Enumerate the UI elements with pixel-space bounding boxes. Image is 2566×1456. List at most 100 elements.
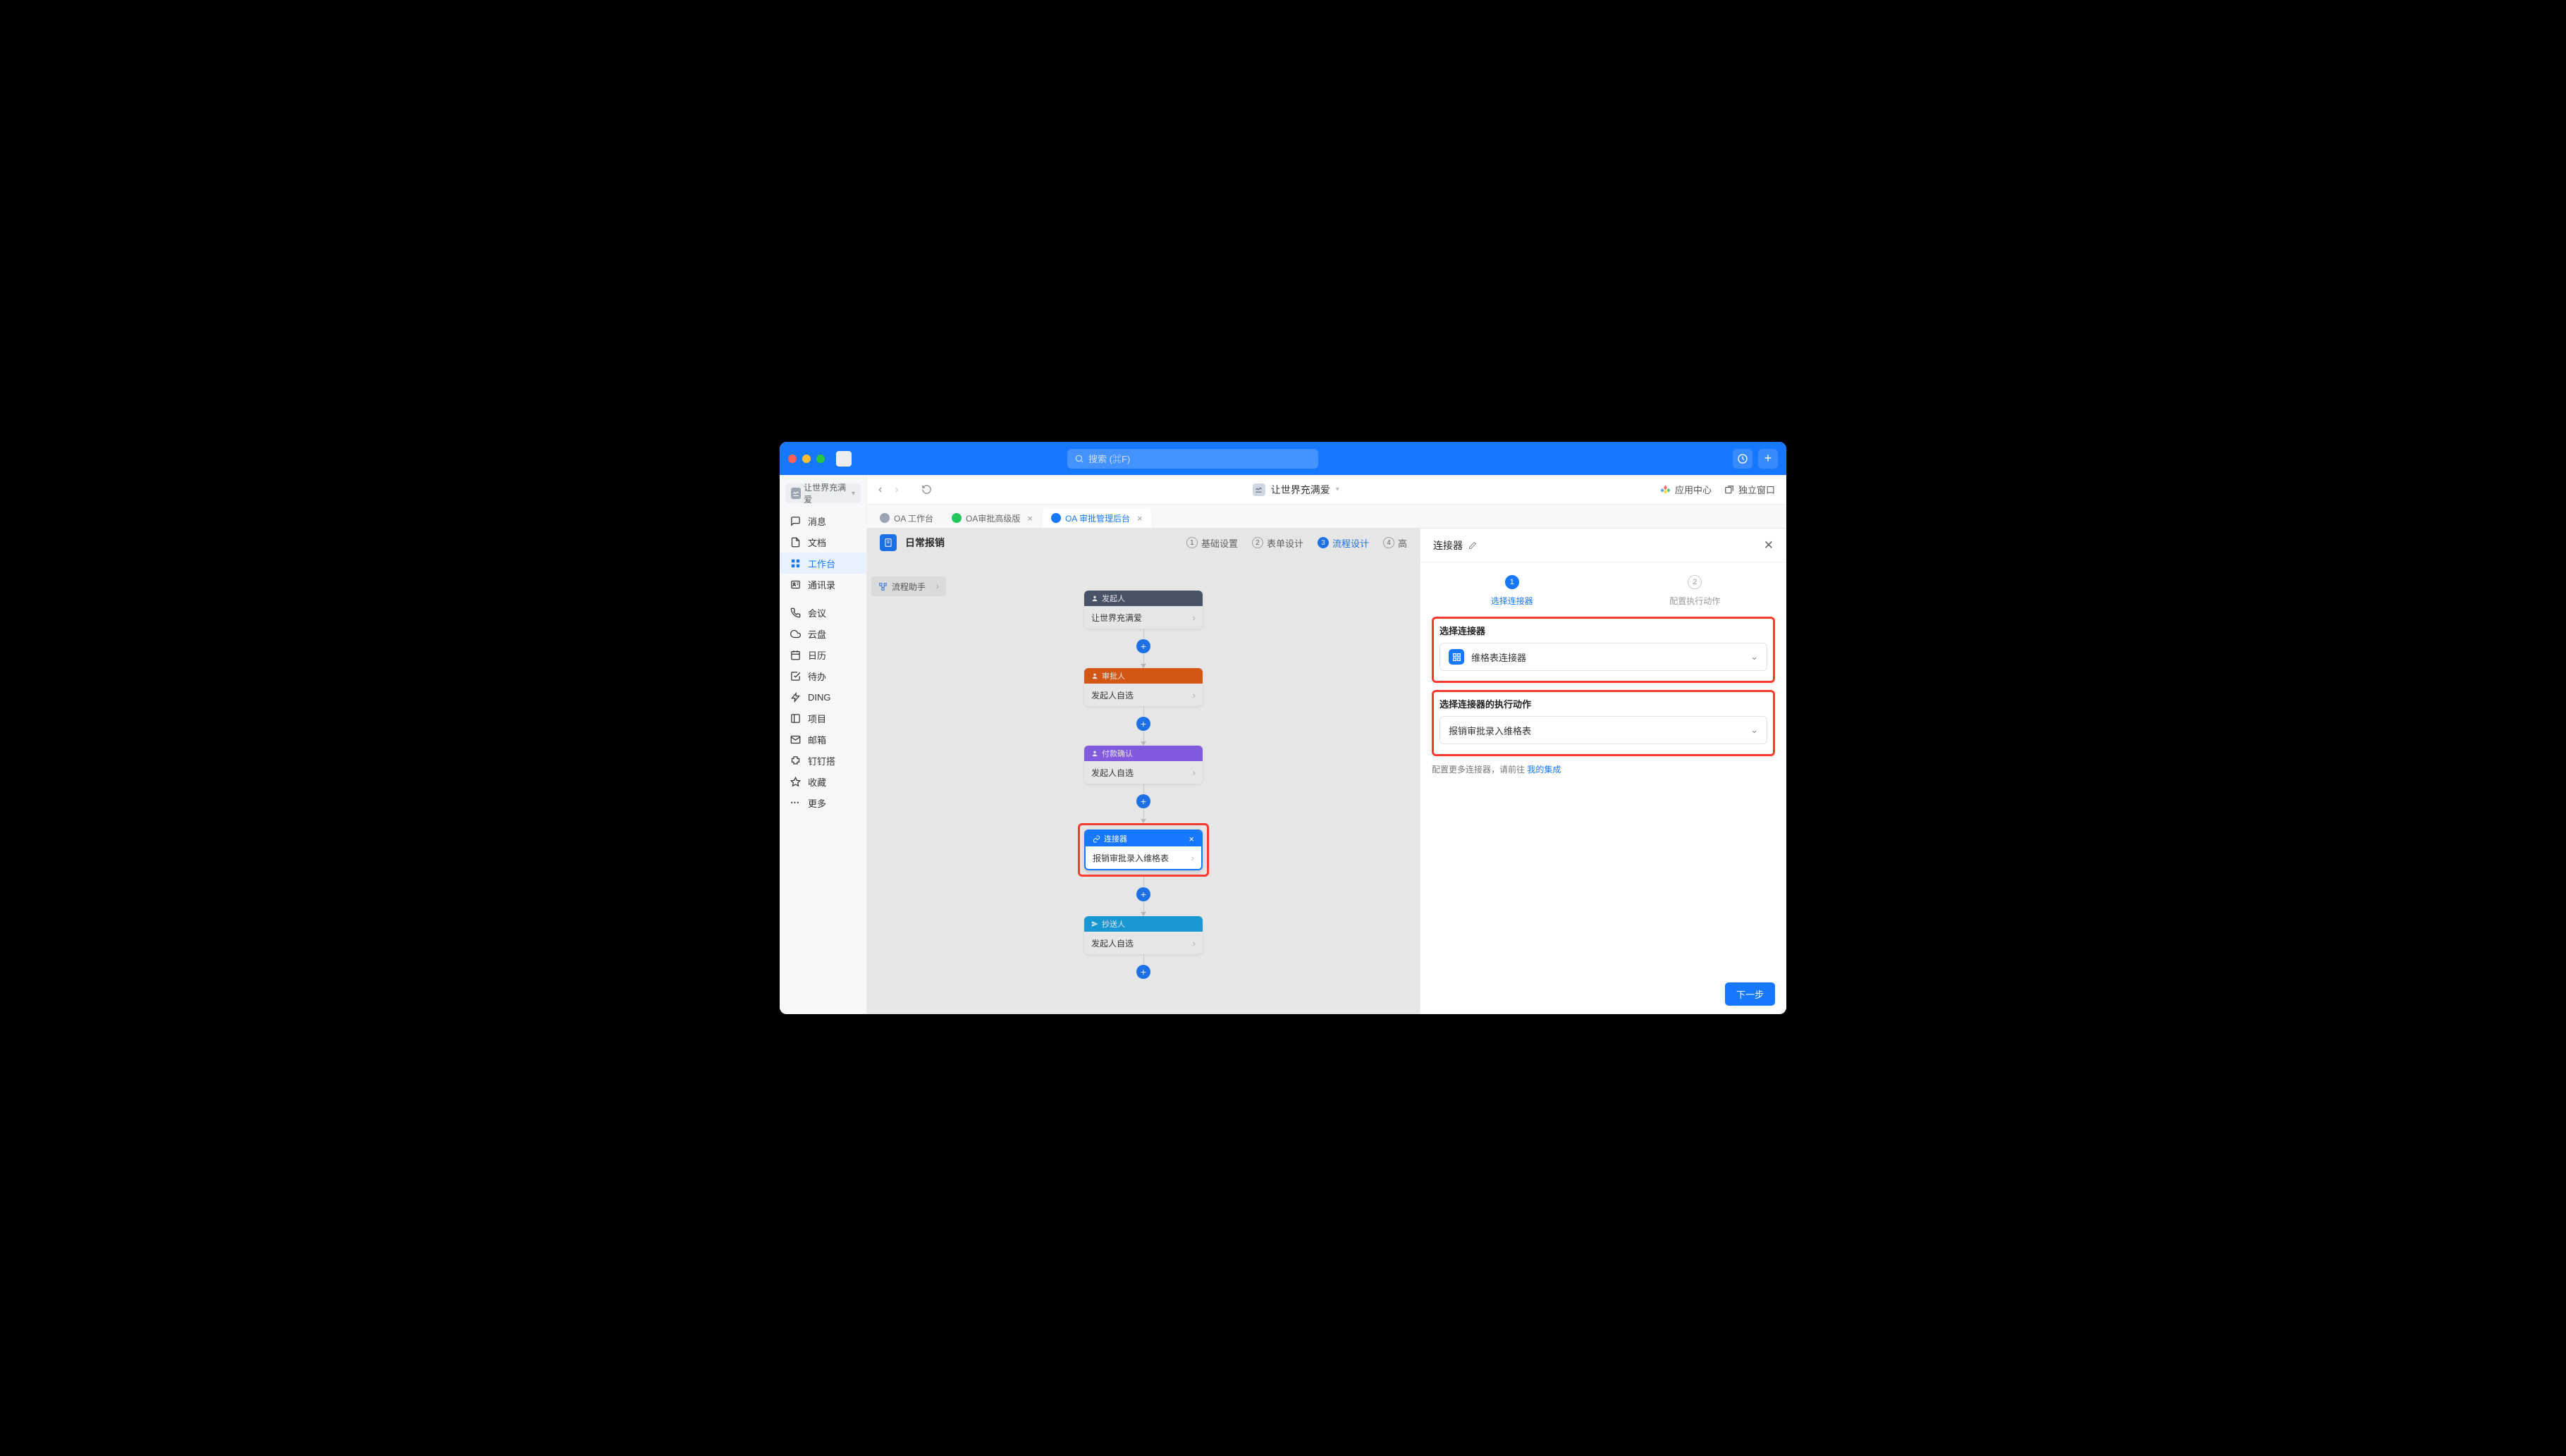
tabs-strip: OA 工作台OA审批高级版×OA 审批管理后台× <box>867 505 1786 529</box>
org-name: 让世界充满爱 <box>804 481 849 505</box>
toolbar: ‹ › 让世界充满爱 ▾ 应用中心 <box>867 475 1786 505</box>
tab-icon <box>1051 513 1061 523</box>
panel-step-2[interactable]: 2 配置执行动作 <box>1604 575 1787 607</box>
panel-title: 连接器 <box>1433 538 1463 553</box>
chat-icon <box>790 515 801 526</box>
page-header: 日常报销 1基础设置 2表单设计 3流程设计 4高 <box>867 529 1420 557</box>
star-icon <box>790 776 801 787</box>
tab[interactable]: OA 工作台 <box>871 508 942 528</box>
nav-forward[interactable]: › <box>895 483 898 496</box>
add-node-button[interactable]: + <box>1136 717 1150 731</box>
maximize-window[interactable] <box>816 455 825 463</box>
search-icon <box>1074 454 1084 464</box>
tab[interactable]: OA审批高级版× <box>943 508 1041 528</box>
sidebar-item-phone[interactable]: 会议 <box>780 602 866 623</box>
tab[interactable]: OA 审批管理后台× <box>1043 508 1151 528</box>
breadcrumb-icon <box>1253 483 1265 496</box>
close-panel-button[interactable]: ✕ <box>1764 538 1774 553</box>
user-icon <box>1091 750 1098 757</box>
sidebar: 让世界充满爱 ▾ 消息文档工作台通讯录会议云盘日历待办DING项目邮箱钉钉搭收藏… <box>780 475 867 1014</box>
add-button[interactable]: + <box>1758 449 1778 469</box>
cloud-icon <box>790 628 801 639</box>
sidebar-item-mail[interactable]: 邮箱 <box>780 729 866 750</box>
action-select[interactable]: 报销审批录入维格表 ⌄ <box>1439 716 1767 744</box>
nav-back[interactable]: ‹ <box>878 483 882 496</box>
todo-icon <box>790 670 801 681</box>
ding-icon <box>790 691 801 703</box>
flow-node-approver[interactable]: 审批人 发起人自选› <box>1084 668 1203 706</box>
wizard-step[interactable]: 1基础设置 <box>1186 536 1238 550</box>
highlight-select-connector: 选择连接器 维格表连接器 ⌄ <box>1432 617 1775 683</box>
new-window-button[interactable]: 独立窗口 <box>1724 483 1775 496</box>
page-icon <box>880 534 897 551</box>
doc-icon <box>790 536 801 548</box>
org-icon <box>791 488 801 499</box>
add-node-button[interactable]: + <box>1136 794 1150 808</box>
contacts-icon <box>790 579 801 590</box>
connector-select[interactable]: 维格表连接器 ⌄ <box>1439 643 1767 671</box>
pencil-icon <box>1468 541 1477 550</box>
sidebar-item-ding[interactable]: DING <box>780 686 866 708</box>
popout-icon <box>1724 485 1734 495</box>
wizard-step[interactable]: 3流程设计 <box>1318 536 1369 550</box>
connector-panel: 连接器 ✕ 1 选择连接器 2 配置执行动作 <box>1420 529 1786 1014</box>
add-node-button[interactable]: + <box>1136 887 1150 901</box>
sidebar-item-cloud[interactable]: 云盘 <box>780 623 866 644</box>
sidebar-item-calendar[interactable]: 日历 <box>780 644 866 665</box>
chevron-down-icon: ▾ <box>852 490 855 498</box>
tab-icon <box>952 513 962 523</box>
sidebar-item-chat[interactable]: 消息 <box>780 510 866 531</box>
flow-node-initiator[interactable]: 发起人 让世界充满爱› <box>1084 591 1203 629</box>
chevron-right-icon: › <box>1193 767 1196 778</box>
close-window[interactable] <box>788 455 797 463</box>
search-input[interactable]: 搜索 (⌘F) <box>1067 449 1318 469</box>
sidebar-item-doc[interactable]: 文档 <box>780 531 866 553</box>
main-area: ‹ › 让世界充满爱 ▾ 应用中心 <box>867 475 1786 1014</box>
sidebar-item-contacts[interactable]: 通讯录 <box>780 574 866 595</box>
highlight-connector: 连接器 × 报销审批录入维格表› <box>1078 823 1209 877</box>
wizard-step[interactable]: 4高 <box>1383 536 1407 550</box>
chevron-down-icon: ⌄ <box>1750 724 1758 736</box>
flow-node-payment[interactable]: 付款确认 发起人自选› <box>1084 746 1203 784</box>
app-center-button[interactable]: 应用中心 <box>1660 483 1712 496</box>
close-tab-icon[interactable]: × <box>1137 513 1143 524</box>
sidebar-item-star[interactable]: 收藏 <box>780 771 866 792</box>
tab-icon <box>880 513 890 523</box>
chevron-right-icon: › <box>1191 853 1194 863</box>
history-button[interactable] <box>1733 449 1752 469</box>
org-switcher[interactable]: 让世界充满爱 ▾ <box>785 483 861 503</box>
sidebar-item-todo[interactable]: 待办 <box>780 665 866 686</box>
refresh-button[interactable] <box>921 484 932 495</box>
puzzle-icon <box>790 755 801 766</box>
breadcrumb: 让世界充满爱 <box>1271 483 1330 497</box>
link-icon <box>1093 835 1100 843</box>
edit-button[interactable] <box>1468 541 1477 550</box>
project-icon <box>790 712 801 724</box>
sidebar-item-more[interactable]: ⋯更多 <box>780 792 866 813</box>
user-icon <box>1091 672 1098 679</box>
minimize-window[interactable] <box>802 455 811 463</box>
page-title: 日常报销 <box>905 536 945 550</box>
flow-node-connector[interactable]: 连接器 × 报销审批录入维格表› <box>1084 829 1203 870</box>
next-button[interactable]: 下一步 <box>1725 982 1775 1006</box>
user-icon <box>1091 595 1098 602</box>
titlebar: 搜索 (⌘F) + <box>780 442 1786 475</box>
my-integrations-link[interactable]: 我的集成 <box>1527 765 1561 775</box>
chevron-right-icon: › <box>1193 938 1196 949</box>
canvas-area: 日常报销 1基础设置2表单设计3流程设计4高 流程助手 › <box>867 529 1420 1014</box>
wizard-step[interactable]: 2表单设计 <box>1252 536 1303 550</box>
close-tab-icon[interactable]: × <box>1027 513 1033 524</box>
panel-step-1[interactable]: 1 选择连接器 <box>1420 575 1604 607</box>
clock-icon <box>1737 453 1748 464</box>
flow-node-cc[interactable]: 抄送人 发起人自选› <box>1084 916 1203 954</box>
more-icon: ⋯ <box>790 797 801 808</box>
section-label: 选择连接器的执行动作 <box>1439 697 1767 710</box>
sidebar-item-project[interactable]: 项目 <box>780 708 866 729</box>
avatar[interactable] <box>836 451 852 467</box>
add-node-button[interactable]: + <box>1136 639 1150 653</box>
close-icon[interactable]: × <box>1189 834 1194 844</box>
sidebar-item-grid[interactable]: 工作台 <box>780 553 866 574</box>
sidebar-item-puzzle[interactable]: 钉钉搭 <box>780 750 866 771</box>
add-node-button[interactable]: + <box>1136 965 1150 979</box>
refresh-icon <box>921 484 932 495</box>
